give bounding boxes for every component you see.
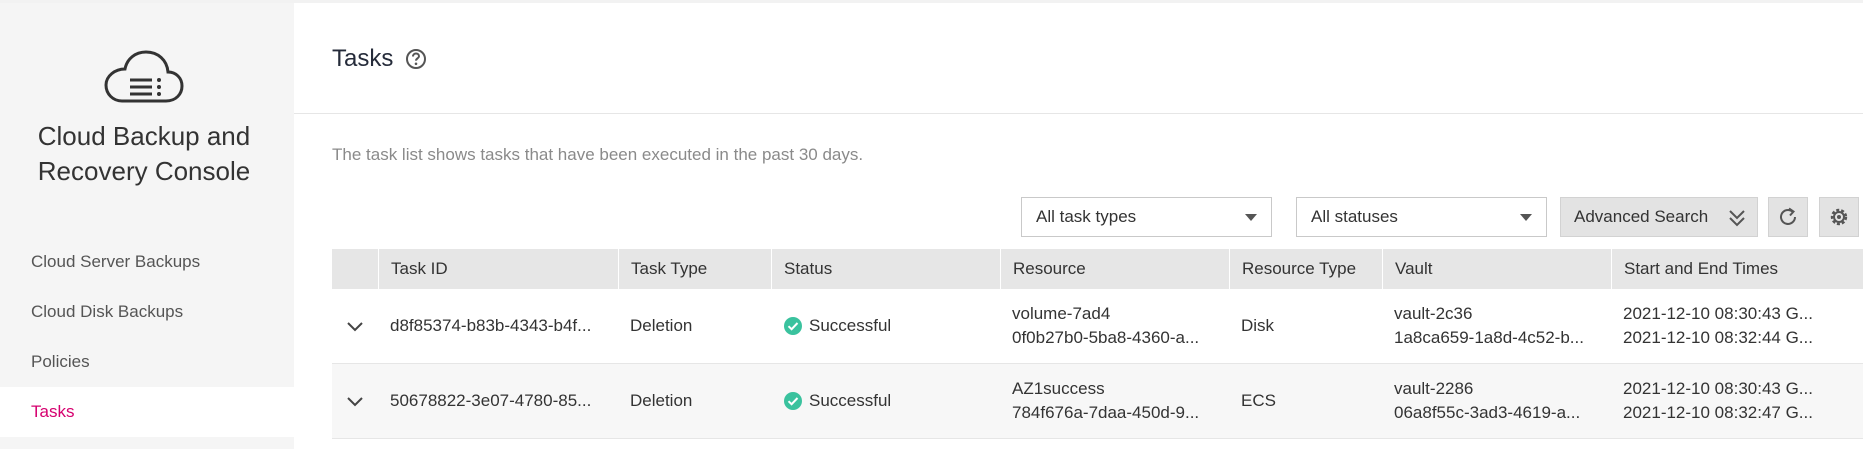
task-id: d8f85374-b83b-4343-b4f...	[390, 316, 592, 335]
refresh-icon	[1780, 207, 1796, 225]
tasks-table: Task ID Task Type Status Resource Resour…	[332, 249, 1863, 439]
vault-id: 1a8ca659-1a8d-4c52-b...	[1394, 328, 1584, 347]
sidebar: Cloud Backup and Recovery Console Cloud …	[0, 3, 294, 449]
column-header-resource-type[interactable]: Resource Type	[1229, 249, 1382, 289]
column-header-resource[interactable]: Resource	[1000, 249, 1229, 289]
console-title-line2: Recovery Console	[37, 156, 251, 186]
sidebar-item-tasks[interactable]: Tasks	[0, 387, 294, 437]
sidebar-nav: Cloud Server Backups Cloud Disk Backups …	[0, 237, 294, 437]
resource-cell: volume-7ad4 0f0b27b0-5ba8-4360-a...	[1000, 289, 1229, 363]
status-text: Successful	[809, 391, 892, 410]
task-id-cell: d8f85374-b83b-4343-b4f...	[378, 289, 618, 363]
task-type: Deletion	[630, 391, 693, 410]
column-header-vault[interactable]: Vault	[1382, 249, 1611, 289]
resource-id: 0f0b27b0-5ba8-4360-a...	[1012, 328, 1200, 347]
cloud-list-icon	[104, 50, 184, 103]
chevron-down-icon	[347, 322, 363, 332]
status-cell: Successful	[771, 289, 1000, 363]
main-content: Tasks The task list shows tasks that hav…	[294, 3, 1863, 449]
double-chevron-down-icon	[1729, 210, 1745, 227]
task-id-cell: 50678822-3e07-4780-85...	[378, 364, 618, 438]
page-description: The task list shows tasks that have been…	[332, 145, 864, 164]
caret-down-icon	[1520, 214, 1532, 221]
status-cell: Successful	[771, 364, 1000, 438]
page-header: Tasks	[332, 45, 427, 73]
times-cell: 2021-12-10 08:30:43 G... 2021-12-10 08:3…	[1611, 364, 1863, 438]
times-cell: 2021-12-10 08:30:43 G... 2021-12-10 08:3…	[1611, 289, 1863, 363]
end-time: 2021-12-10 08:32:44 G...	[1623, 328, 1813, 347]
task-type-filter[interactable]: All task types	[1021, 197, 1272, 237]
task-id: 50678822-3e07-4780-85...	[390, 391, 592, 410]
vault-name: vault-2c36	[1394, 304, 1473, 323]
page-title: Tasks	[332, 45, 394, 72]
console-title-line1: Cloud Backup and	[37, 121, 251, 151]
resource-cell: AZ1success 784f676a-7daa-450d-9...	[1000, 364, 1229, 438]
chevron-down-icon	[347, 397, 363, 407]
expand-toggle[interactable]	[332, 289, 378, 363]
vault-id: 06a8f55c-3ad3-4619-a...	[1394, 403, 1581, 422]
task-type: Deletion	[630, 316, 693, 335]
resource-type: ECS	[1241, 391, 1276, 410]
column-header-status[interactable]: Status	[771, 249, 1000, 289]
resource-name: volume-7ad4	[1012, 304, 1111, 323]
status-filter[interactable]: All statuses	[1296, 197, 1547, 237]
task-type-cell: Deletion	[618, 289, 771, 363]
settings-icon	[1830, 208, 1848, 226]
sidebar-item-policies[interactable]: Policies	[0, 337, 294, 387]
vault-name: vault-2286	[1394, 379, 1474, 398]
column-header-expand	[332, 249, 378, 289]
sidebar-item-cloud-server-backups[interactable]: Cloud Server Backups	[0, 237, 294, 287]
end-time: 2021-12-10 08:32:47 G...	[1623, 403, 1813, 422]
resource-id: 784f676a-7daa-450d-9...	[1012, 403, 1200, 422]
task-type-cell: Deletion	[618, 364, 771, 438]
vault-cell: vault-2c36 1a8ca659-1a8d-4c52-b...	[1382, 289, 1611, 363]
resource-name: AZ1success	[1012, 379, 1105, 398]
settings-button[interactable]	[1819, 197, 1859, 237]
start-time: 2021-12-10 08:30:43 G...	[1623, 304, 1813, 323]
header-divider	[294, 113, 1863, 114]
table-header: Task ID Task Type Status Resource Resour…	[332, 249, 1863, 289]
column-header-task-type[interactable]: Task Type	[618, 249, 771, 289]
column-header-start-end-times[interactable]: Start and End Times	[1611, 249, 1863, 289]
resource-type-cell: ECS	[1229, 364, 1382, 438]
success-check-icon	[784, 317, 802, 335]
console-title: Cloud Backup and Recovery Console	[0, 119, 288, 189]
column-header-task-id[interactable]: Task ID	[378, 249, 618, 289]
vault-cell: vault-2286 06a8f55c-3ad3-4619-a...	[1382, 364, 1611, 438]
status-filter-value: All statuses	[1311, 207, 1398, 226]
start-time: 2021-12-10 08:30:43 G...	[1623, 379, 1813, 398]
refresh-button[interactable]	[1768, 197, 1808, 237]
advanced-search-button[interactable]: Advanced Search	[1560, 197, 1758, 237]
expand-toggle[interactable]	[332, 364, 378, 438]
resource-type-cell: Disk	[1229, 289, 1382, 363]
task-type-filter-value: All task types	[1036, 207, 1137, 226]
status-text: Successful	[809, 316, 892, 335]
question-circle-icon[interactable]	[405, 48, 427, 70]
success-check-icon	[784, 392, 802, 410]
table-row: 50678822-3e07-4780-85... Deletion Succes…	[332, 364, 1863, 439]
caret-down-icon	[1245, 214, 1257, 221]
sidebar-item-cloud-disk-backups[interactable]: Cloud Disk Backups	[0, 287, 294, 337]
table-row: d8f85374-b83b-4343-b4f... Deletion Succe…	[332, 289, 1863, 364]
resource-type: Disk	[1241, 316, 1275, 335]
advanced-search-label: Advanced Search	[1574, 207, 1709, 226]
